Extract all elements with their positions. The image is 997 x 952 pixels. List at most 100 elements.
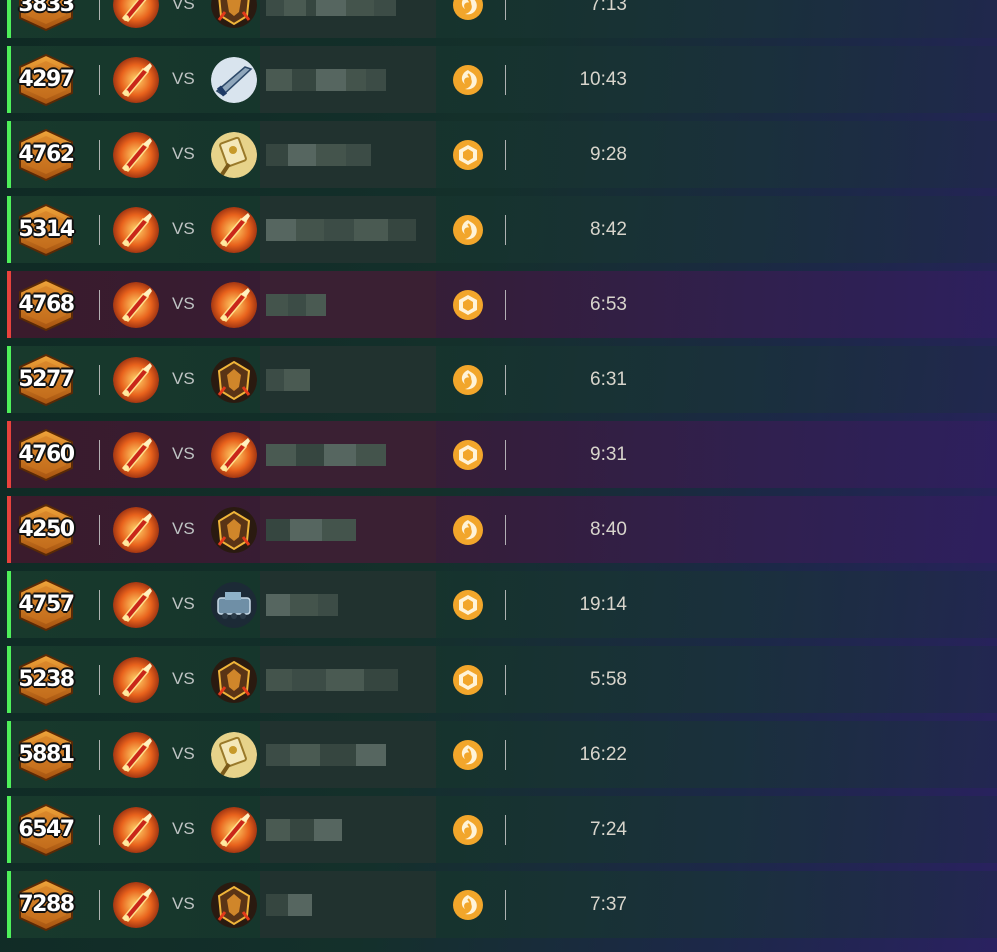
match-duration: 16:22 [579, 744, 627, 765]
divider [505, 140, 506, 170]
dark-shield-hero-icon [211, 507, 257, 553]
vs-label: VS [172, 594, 195, 613]
match-row[interactable]: 4768 VS 6:53 [7, 271, 997, 338]
opponent-name-blurred [260, 646, 436, 713]
swirl-mode-icon [452, 889, 484, 921]
divider [99, 815, 100, 845]
fire-sword-hero-icon [211, 282, 257, 328]
opponent-name-blurred [260, 46, 436, 113]
rating-badge: 4760 [17, 429, 75, 481]
match-history-list: 3833 VS 7:13 4297 VS 10:43 4762 VS 9:28 … [7, 0, 997, 946]
match-duration: 7:37 [590, 894, 627, 915]
mech-tank-hero-icon [211, 582, 257, 628]
fire-sword-hero-icon [113, 432, 159, 478]
opponent-name-blurred [260, 196, 436, 263]
divider [99, 440, 100, 470]
fire-sword-hero-icon [113, 132, 159, 178]
divider [99, 0, 100, 20]
hexagon-mode-icon [452, 664, 484, 696]
rating-value: 7288 [18, 892, 75, 917]
swirl-mode-icon [452, 214, 484, 246]
steel-blade-hero-icon [211, 57, 257, 103]
match-row[interactable]: 4250 VS 8:40 [7, 496, 997, 563]
vs-label: VS [172, 369, 195, 388]
swirl-mode-icon [452, 814, 484, 846]
fire-sword-hero-icon [113, 882, 159, 928]
fire-sword-hero-icon [211, 432, 257, 478]
rating-value: 4297 [18, 67, 75, 92]
divider [505, 815, 506, 845]
match-duration: 9:31 [590, 444, 627, 465]
match-row[interactable]: 5238 VS 5:58 [7, 646, 997, 713]
opponent-name-blurred [260, 721, 436, 788]
vs-label: VS [172, 0, 195, 13]
rating-value: 4768 [18, 292, 75, 317]
fire-sword-hero-icon [113, 0, 159, 28]
rating-badge: 4250 [17, 504, 75, 556]
rating-value: 5314 [18, 217, 75, 242]
opponent-name-blurred [260, 571, 436, 638]
match-row[interactable]: 4757 VS 19:14 [7, 571, 997, 638]
match-duration: 6:31 [590, 369, 627, 390]
hexagon-mode-icon [452, 139, 484, 171]
vs-label: VS [172, 519, 195, 538]
match-row[interactable]: 5881 VS 16:22 [7, 721, 997, 788]
swirl-mode-icon [452, 0, 484, 21]
fire-sword-hero-icon [113, 357, 159, 403]
rating-value: 5238 [18, 667, 75, 692]
divider [99, 590, 100, 620]
match-row[interactable]: 4762 VS 9:28 [7, 121, 997, 188]
divider [99, 515, 100, 545]
match-row[interactable]: 3833 VS 7:13 [7, 0, 997, 38]
dark-shield-hero-icon [211, 0, 257, 28]
divider [99, 740, 100, 770]
divider [505, 740, 506, 770]
fire-sword-hero-icon [113, 282, 159, 328]
divider [505, 890, 506, 920]
hexagon-mode-icon [452, 589, 484, 621]
swirl-mode-icon [452, 364, 484, 396]
vs-label: VS [172, 69, 195, 88]
vs-label: VS [172, 219, 195, 238]
rating-value: 5277 [18, 367, 75, 392]
opponent-name-blurred [260, 496, 436, 563]
rating-value: 3833 [18, 0, 75, 17]
rating-value: 4250 [18, 517, 75, 542]
match-row[interactable]: 5314 VS 8:42 [7, 196, 997, 263]
dark-shield-hero-icon [211, 657, 257, 703]
match-row[interactable]: 7288 VS 7:37 [7, 871, 997, 938]
fire-sword-hero-icon [211, 207, 257, 253]
match-duration: 8:40 [590, 519, 627, 540]
rating-badge: 4297 [17, 54, 75, 106]
rating-value: 4762 [18, 142, 75, 167]
vs-label: VS [172, 294, 195, 313]
opponent-name-blurred [260, 121, 436, 188]
match-row[interactable]: 5277 VS 6:31 [7, 346, 997, 413]
match-duration: 7:13 [590, 0, 627, 15]
match-duration: 5:58 [590, 669, 627, 690]
fire-sword-hero-icon [113, 207, 159, 253]
match-duration: 8:42 [590, 219, 627, 240]
vs-label: VS [172, 444, 195, 463]
divider [505, 215, 506, 245]
divider [99, 65, 100, 95]
rating-value: 5881 [18, 742, 75, 767]
opponent-name-blurred [260, 271, 436, 338]
match-row[interactable]: 4297 VS 10:43 [7, 46, 997, 113]
divider [505, 590, 506, 620]
dark-shield-hero-icon [211, 882, 257, 928]
rating-badge: 5881 [17, 729, 75, 781]
hexagon-mode-icon [452, 289, 484, 321]
fire-sword-hero-icon [113, 807, 159, 853]
rating-badge: 5277 [17, 354, 75, 406]
divider [99, 665, 100, 695]
vs-label: VS [172, 669, 195, 688]
vs-label: VS [172, 144, 195, 163]
rating-badge: 6547 [17, 804, 75, 856]
match-row[interactable]: 6547 VS 7:24 [7, 796, 997, 863]
match-row[interactable]: 4760 VS 9:31 [7, 421, 997, 488]
hexagon-mode-icon [452, 439, 484, 471]
rating-badge: 4768 [17, 279, 75, 331]
fire-sword-hero-icon [211, 807, 257, 853]
rating-badge: 5238 [17, 654, 75, 706]
